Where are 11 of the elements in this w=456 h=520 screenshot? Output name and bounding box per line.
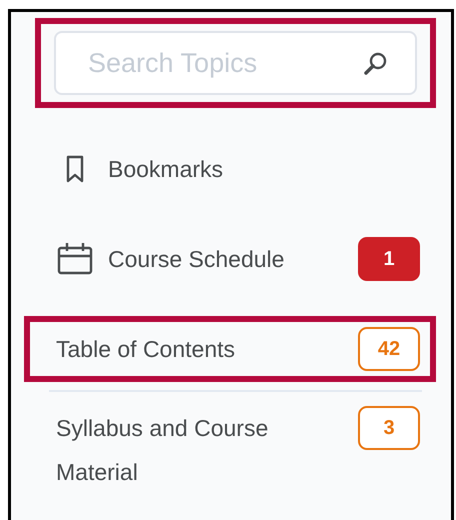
count-badge: 1 — [358, 237, 420, 281]
nav-link[interactable]: Table of Contents — [56, 327, 344, 371]
nav-link[interactable]: Course Schedule — [108, 237, 344, 281]
search-icon[interactable] — [363, 51, 389, 77]
calendar-icon — [56, 242, 94, 276]
count-badge: 42 — [358, 327, 420, 371]
highlighted-nav-item[interactable]: Table of Contents 42 — [24, 316, 436, 382]
nav-link[interactable]: Syllabus and Course Material — [56, 406, 344, 494]
search-field[interactable]: Search Topics — [54, 31, 417, 95]
nav-link[interactable]: Bookmarks — [108, 147, 420, 191]
count-badge: 3 — [358, 406, 420, 450]
